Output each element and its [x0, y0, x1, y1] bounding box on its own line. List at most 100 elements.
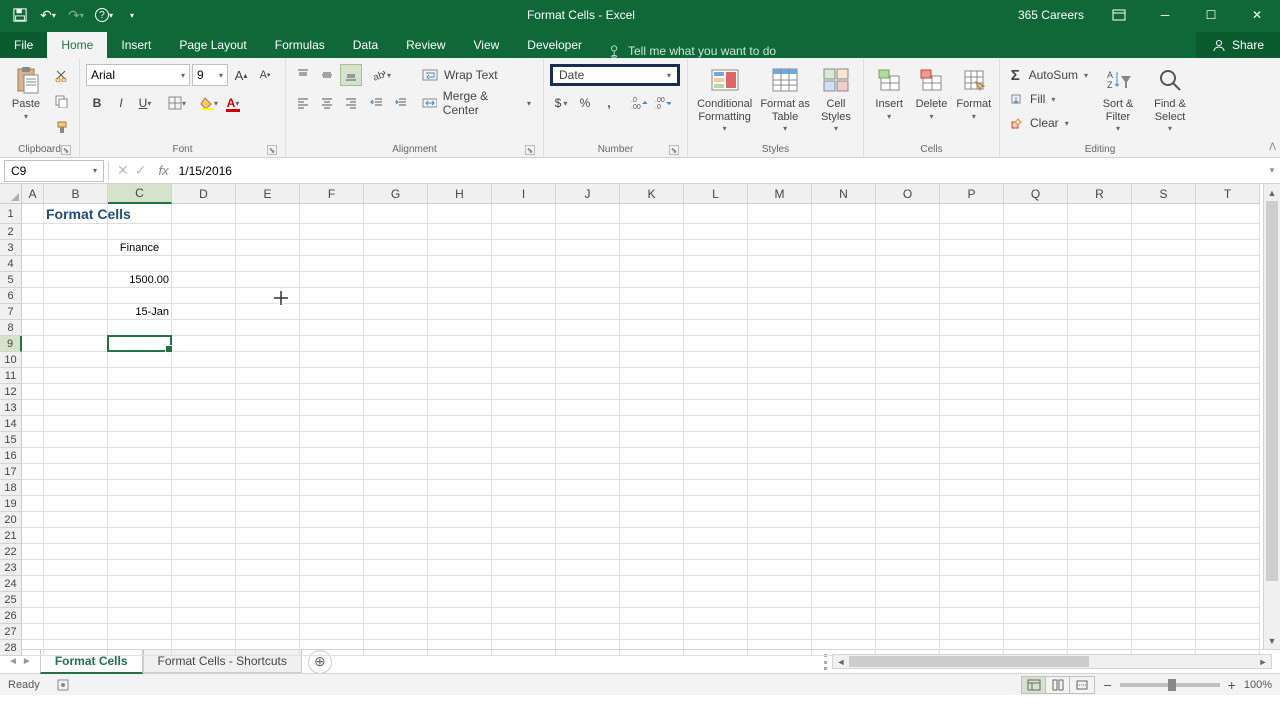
column-header[interactable]: Q [1004, 184, 1068, 204]
cell[interactable] [620, 320, 684, 336]
row-header[interactable]: 23 [0, 560, 22, 576]
sheet-nav-next-icon[interactable]: ► [22, 656, 32, 667]
cell[interactable] [172, 624, 236, 640]
cell[interactable] [364, 432, 428, 448]
cell[interactable] [108, 352, 172, 368]
cell[interactable] [44, 480, 108, 496]
cell[interactable] [1132, 496, 1196, 512]
cell[interactable] [812, 544, 876, 560]
format-cells-button[interactable]: Format▾ [955, 60, 993, 121]
cell[interactable] [1004, 288, 1068, 304]
cell[interactable] [300, 432, 364, 448]
cell[interactable] [1004, 400, 1068, 416]
row-header[interactable]: 6 [0, 288, 22, 304]
cell[interactable] [812, 464, 876, 480]
cell[interactable] [1068, 400, 1132, 416]
cell[interactable] [748, 544, 812, 560]
underline-button[interactable]: U▾ [134, 92, 156, 114]
cell[interactable] [684, 352, 748, 368]
cell[interactable] [684, 432, 748, 448]
cell[interactable] [364, 272, 428, 288]
cell[interactable] [44, 608, 108, 624]
cell[interactable] [236, 240, 300, 256]
cell[interactable] [300, 204, 364, 224]
cell[interactable] [684, 528, 748, 544]
cell[interactable] [684, 240, 748, 256]
cell[interactable] [492, 608, 556, 624]
cell[interactable] [1004, 304, 1068, 320]
cell[interactable] [1004, 416, 1068, 432]
cell[interactable] [492, 592, 556, 608]
cell[interactable] [22, 352, 44, 368]
cell[interactable] [812, 416, 876, 432]
cell[interactable] [364, 304, 428, 320]
cell[interactable] [684, 480, 748, 496]
cell[interactable] [620, 432, 684, 448]
cell[interactable] [748, 608, 812, 624]
cell[interactable] [492, 272, 556, 288]
cell[interactable] [556, 464, 620, 480]
cell[interactable] [1132, 432, 1196, 448]
cell[interactable] [300, 560, 364, 576]
fill-color-icon[interactable]: ▾ [198, 92, 220, 114]
cell[interactable] [364, 352, 428, 368]
cell[interactable] [300, 496, 364, 512]
cell[interactable] [940, 448, 1004, 464]
cell[interactable] [364, 240, 428, 256]
cell[interactable] [428, 528, 492, 544]
cell[interactable] [1196, 272, 1260, 288]
row-header[interactable]: 7 [0, 304, 22, 320]
cut-icon[interactable] [50, 64, 72, 86]
cell[interactable] [172, 288, 236, 304]
format-as-table-button[interactable]: Format as Table▾ [759, 60, 811, 133]
cell[interactable] [1004, 512, 1068, 528]
cell[interactable] [364, 464, 428, 480]
cell[interactable] [620, 624, 684, 640]
cell[interactable] [556, 384, 620, 400]
cell[interactable] [748, 560, 812, 576]
cell[interactable] [492, 304, 556, 320]
cell[interactable] [812, 204, 876, 224]
cell[interactable] [44, 496, 108, 512]
cell[interactable] [428, 288, 492, 304]
cell[interactable] [684, 416, 748, 432]
cell-styles-button[interactable]: Cell Styles▾ [815, 60, 857, 133]
delete-cells-button[interactable]: Delete▾ [912, 60, 950, 121]
cell[interactable] [748, 448, 812, 464]
cell[interactable] [300, 528, 364, 544]
cell[interactable] [172, 416, 236, 432]
cell[interactable] [876, 224, 940, 240]
cell[interactable] [1068, 336, 1132, 352]
cell[interactable] [428, 204, 492, 224]
cell[interactable] [812, 592, 876, 608]
cell[interactable] [300, 464, 364, 480]
increase-indent-icon[interactable] [390, 92, 412, 114]
column-header[interactable]: C [108, 184, 172, 204]
ribbon-display-icon[interactable] [1096, 0, 1142, 30]
cell[interactable] [492, 288, 556, 304]
number-dialog-icon[interactable]: ⬊ [669, 145, 679, 155]
column-header[interactable]: E [236, 184, 300, 204]
cell[interactable] [236, 272, 300, 288]
cell[interactable] [1196, 544, 1260, 560]
column-header[interactable]: N [812, 184, 876, 204]
row-header[interactable]: 24 [0, 576, 22, 592]
cell[interactable] [556, 448, 620, 464]
cell[interactable] [300, 448, 364, 464]
cell[interactable] [44, 640, 108, 656]
cell[interactable] [300, 400, 364, 416]
cell[interactable] [1068, 416, 1132, 432]
cell[interactable] [300, 352, 364, 368]
cell[interactable] [364, 592, 428, 608]
cell[interactable] [108, 448, 172, 464]
cell[interactable] [620, 368, 684, 384]
cell[interactable] [300, 368, 364, 384]
cell[interactable] [1132, 384, 1196, 400]
cell[interactable] [172, 496, 236, 512]
cell[interactable] [492, 352, 556, 368]
cell[interactable] [236, 320, 300, 336]
cell[interactable] [236, 512, 300, 528]
cell[interactable] [492, 624, 556, 640]
cell[interactable] [22, 464, 44, 480]
cell[interactable] [940, 288, 1004, 304]
